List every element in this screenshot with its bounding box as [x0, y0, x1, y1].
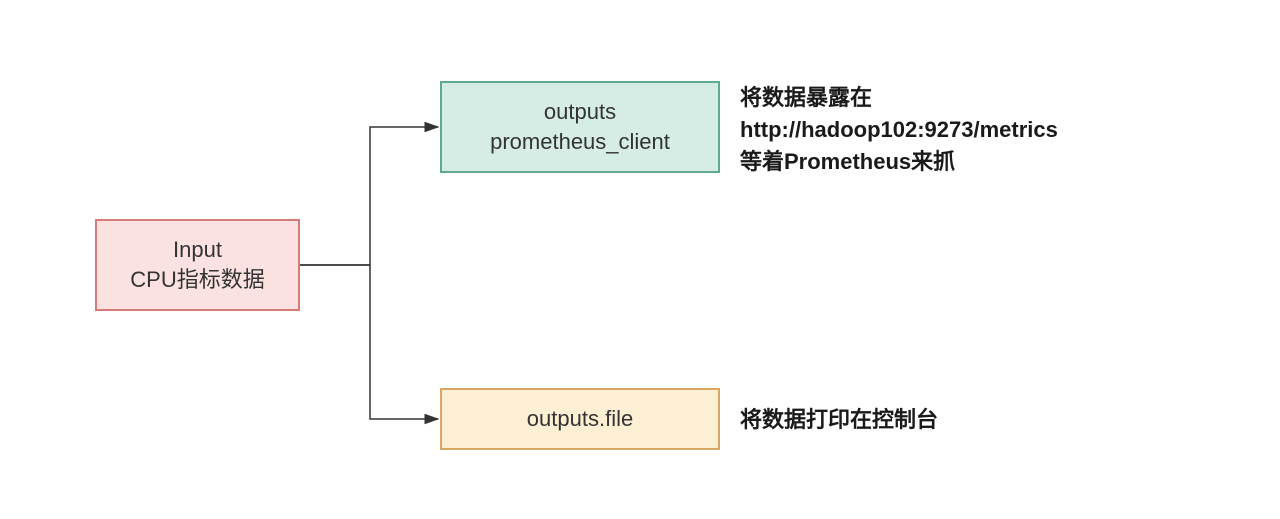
edge-input-to-file [300, 265, 438, 419]
node-prom-line2: prometheus_client [490, 127, 670, 157]
node-file-line1: outputs.file [527, 404, 633, 434]
annotation-prometheus-line2: http://hadoop102:9273/metrics [740, 114, 1160, 146]
node-input-line2: CPU指标数据 [130, 265, 264, 295]
node-input-line1: Input [173, 235, 222, 265]
annotation-prometheus-line3: 等着Prometheus来抓 [740, 146, 1160, 178]
annotation-file: 将数据打印在控制台 [740, 404, 1100, 436]
node-output-file: outputs.file [440, 388, 720, 450]
edge-input-to-prometheus [300, 127, 438, 265]
annotation-prometheus: 将数据暴露在 http://hadoop102:9273/metrics 等着P… [740, 82, 1160, 178]
annotation-prometheus-line1: 将数据暴露在 [740, 82, 1160, 114]
node-output-prometheus: outputs prometheus_client [440, 81, 720, 173]
node-input: Input CPU指标数据 [95, 219, 300, 311]
annotation-file-line1: 将数据打印在控制台 [740, 404, 1100, 436]
node-prom-line1: outputs [544, 97, 616, 127]
